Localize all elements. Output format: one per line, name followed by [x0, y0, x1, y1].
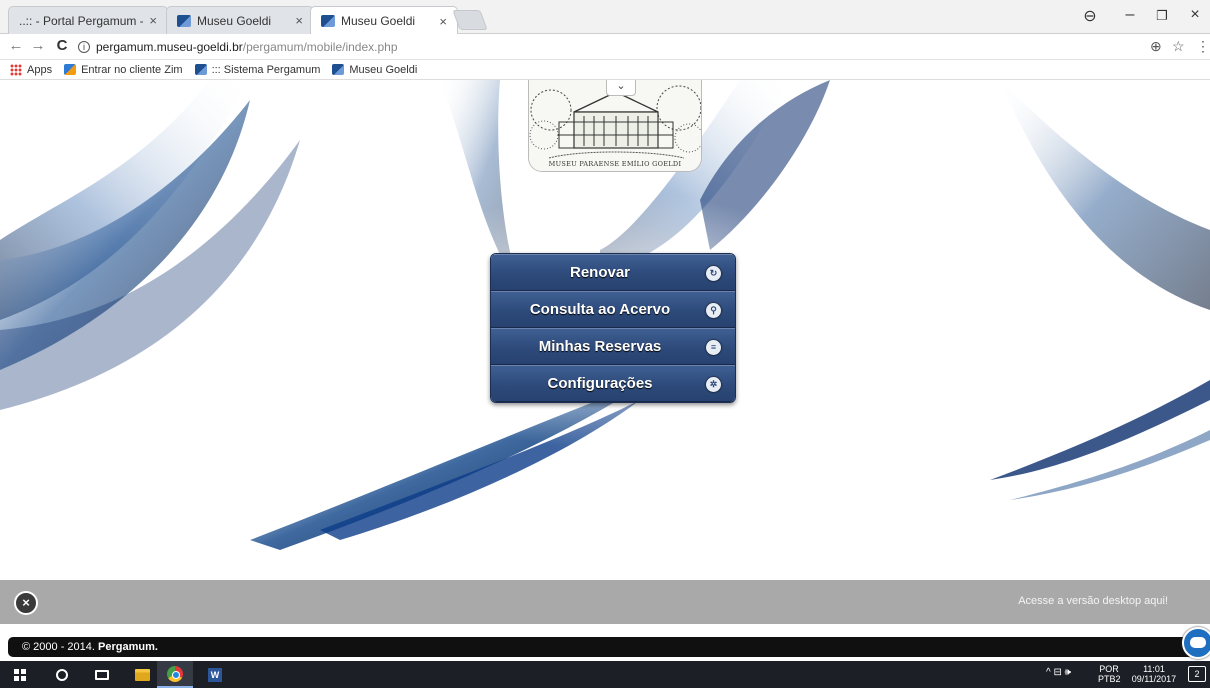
bookmarks-bar: Apps Entrar no cliente Zim ::: Sistema P…: [0, 60, 1210, 80]
clock[interactable]: 11:01 09/11/2017: [1126, 664, 1182, 684]
zoom-icon[interactable]: ⊕: [1150, 38, 1162, 55]
site-info-icon[interactable]: i: [78, 41, 90, 53]
menu-item-configuracoes[interactable]: Configurações ✲: [491, 365, 735, 402]
word-icon: W: [208, 667, 222, 682]
bookmark-zimbra[interactable]: Entrar no cliente Zim: [64, 63, 183, 76]
restore-button[interactable]: ❐: [1147, 8, 1177, 24]
word-taskbar-button[interactable]: W: [197, 661, 233, 688]
museum-favicon-icon: [194, 64, 207, 75]
notification-center-icon[interactable]: 2: [1188, 666, 1206, 682]
chrome-taskbar-button[interactable]: [157, 661, 193, 688]
forward-button[interactable]: →: [28, 37, 48, 54]
tab-label: Museu Goeldi: [197, 13, 272, 28]
tab-close-icon[interactable]: ×: [295, 13, 303, 28]
new-tab-button[interactable]: [452, 10, 488, 30]
bookmark-label: Apps: [27, 63, 53, 76]
windows-taskbar: W ^ ⊟ 🕪 POR PTB2 11:01 09/11/2017 2: [0, 661, 1210, 688]
menu-item-label: Minhas Reservas: [538, 338, 662, 355]
minimize-button[interactable]: –: [1115, 6, 1145, 24]
windows-logo-icon: [14, 668, 26, 681]
bookmark-museu-goeldi[interactable]: Museu Goeldi: [332, 64, 417, 76]
bookmark-label: Museu Goeldi: [349, 63, 418, 76]
menu-item-renovar[interactable]: Renovar ↻: [491, 254, 735, 291]
desktop-version-link[interactable]: Acesse a versão desktop aqui!: [1018, 595, 1168, 607]
bookmark-star-icon[interactable]: ☆: [1172, 38, 1185, 55]
start-button[interactable]: [2, 661, 38, 688]
bookmark-label: Entrar no cliente Zim: [81, 63, 183, 76]
tab-portal-pergamum[interactable]: ..:: - Portal Pergamum - :: ×: [8, 6, 168, 100]
refresh-icon: ↻: [706, 266, 721, 281]
footer: © 2000 - 2014. Pergamum.: [0, 633, 1210, 661]
menu-item-label: Renovar: [569, 264, 631, 281]
bookmark-sistema-pergamum[interactable]: ::: Sistema Pergamum: [194, 63, 321, 76]
url-path: /pergamum/mobile/index.php: [242, 40, 398, 54]
folder-icon: [134, 668, 150, 681]
url-input[interactable]: i pergamum.museu-goeldi.br/pergamum/mobi…: [78, 37, 1178, 57]
tab-close-icon[interactable]: ×: [149, 13, 157, 28]
museum-favicon-icon: [177, 14, 191, 27]
menu-item-label: Consulta ao Acervo: [529, 301, 671, 318]
copyright-brand: Pergamum.: [98, 641, 158, 653]
clock-time: 11:01: [1143, 664, 1165, 674]
bottom-bar: × Acesse a versão desktop aqui!: [0, 580, 1210, 624]
address-bar: ← → C i pergamum.museu-goeldi.br/pergamu…: [0, 34, 1210, 60]
account-icon[interactable]: ⊖: [1075, 6, 1105, 26]
language-code: POR: [1099, 664, 1119, 674]
close-window-button[interactable]: ×: [1180, 6, 1210, 24]
tray-icons[interactable]: ^ ⊟ 🕪: [1046, 667, 1071, 678]
museum-favicon-icon: [321, 15, 335, 27]
bookmark-label: ::: Sistema Pergamum: [211, 63, 321, 76]
task-view-icon: [95, 669, 109, 680]
tab-label: ..:: - Portal Pergamum - ::: [19, 13, 144, 28]
gear-icon: ✲: [706, 377, 721, 392]
menu-item-minhas-reservas[interactable]: Minhas Reservas ≡: [491, 328, 735, 365]
tab-museu-goeldi-1[interactable]: Museu Goeldi ×: [166, 6, 314, 34]
language-indicator[interactable]: POR PTB2: [1098, 664, 1121, 684]
chat-icon[interactable]: [1182, 627, 1210, 659]
file-explorer-button[interactable]: [124, 661, 160, 688]
task-view-button[interactable]: [84, 661, 120, 688]
apps-icon: [10, 63, 22, 76]
close-icon[interactable]: ×: [14, 591, 38, 615]
search-icon: ⚲: [706, 303, 721, 318]
menu-item-label: Configurações: [547, 375, 653, 392]
main-menu: Renovar ↻ Consulta ao Acervo ⚲ Minhas Re…: [490, 253, 736, 403]
tab-museu-goeldi-active[interactable]: Museu Goeldi ×: [310, 6, 458, 35]
logo-caption: MUSEU PARAENSE EMÍLIO GOELDI: [548, 160, 682, 168]
museum-favicon-icon: [332, 64, 345, 75]
chevron-down-icon[interactable]: ⌄: [606, 80, 636, 96]
browser-tabstrip: ..:: - Portal Pergamum - :: × Museu Goel…: [0, 0, 1210, 100]
reload-button[interactable]: C: [52, 37, 72, 54]
url-domain: pergamum.museu-goeldi.br: [96, 40, 243, 54]
list-icon: ≡: [706, 340, 721, 355]
menu-item-consulta-acervo[interactable]: Consulta ao Acervo ⚲: [491, 291, 735, 328]
copyright-text: © 2000 - 2014.: [22, 641, 95, 653]
chrome-icon: [167, 665, 183, 682]
clock-date: 09/11/2017: [1131, 674, 1177, 684]
copyright-bar: © 2000 - 2014. Pergamum.: [8, 637, 1198, 657]
browser-menu-icon[interactable]: ⋮: [1196, 38, 1210, 55]
cortana-search-button[interactable]: [44, 661, 80, 688]
search-circle-icon: [56, 668, 68, 681]
bookmark-apps[interactable]: Apps: [10, 63, 53, 76]
keyboard-layout: PTB2: [1098, 674, 1121, 684]
tab-label: Museu Goeldi: [341, 14, 416, 28]
zimbra-icon: [64, 64, 77, 75]
tab-close-icon[interactable]: ×: [439, 14, 447, 29]
back-button[interactable]: ←: [6, 37, 26, 54]
